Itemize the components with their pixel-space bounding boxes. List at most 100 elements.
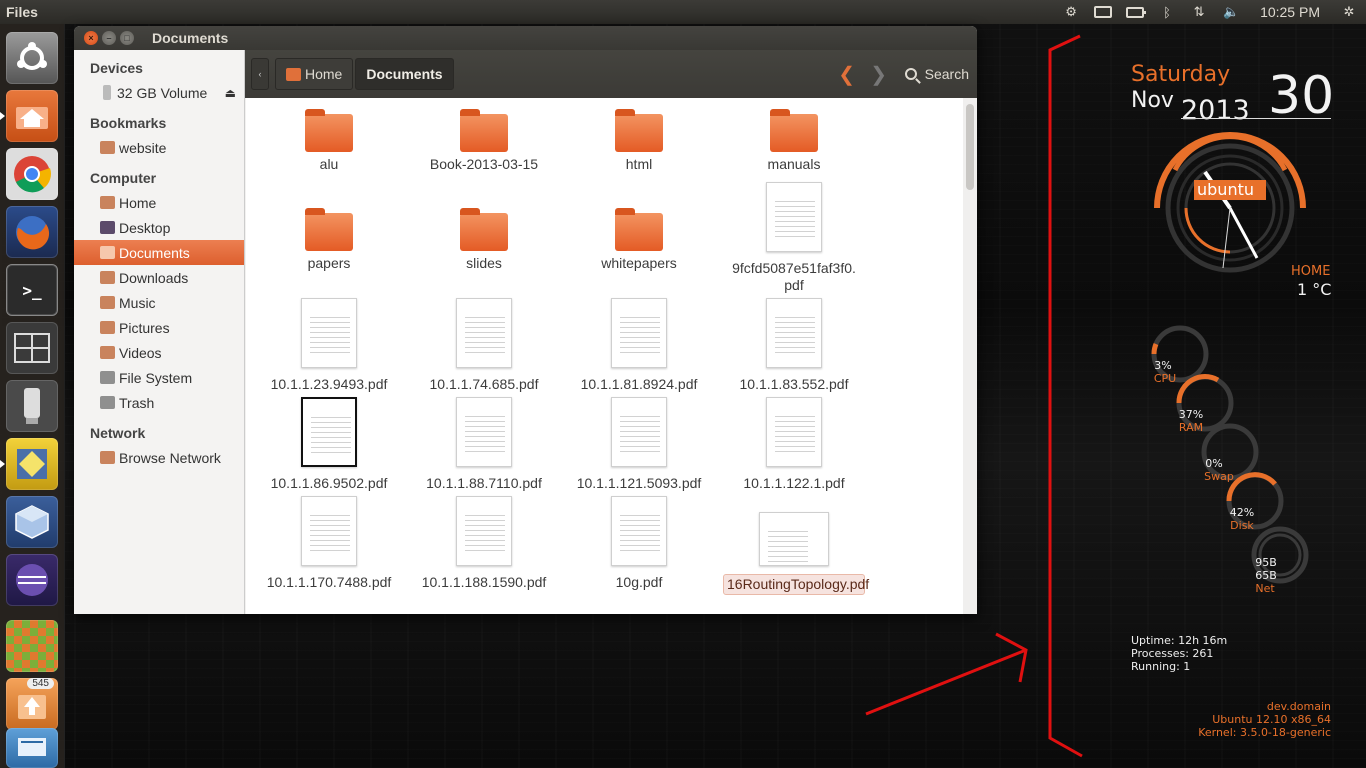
window-title: Documents <box>152 30 229 46</box>
minimize-button[interactable]: – <box>102 31 116 45</box>
running-text: Running: 1 <box>1131 660 1191 673</box>
files-launcher[interactable] <box>0 90 58 142</box>
pdf-item[interactable]: 10g.pdf <box>564 496 714 591</box>
pdf-item[interactable]: 10.1.1.81.8924.pdf <box>564 298 714 393</box>
maximize-button[interactable]: □ <box>120 31 134 45</box>
sidebar-item-label: Browse Network <box>119 449 221 466</box>
file-label: 9fcfd5087e51faf3f0.pdf <box>732 260 856 293</box>
transfer-icon[interactable]: ⇅ <box>1190 4 1208 20</box>
pdf-item[interactable]: 10.1.1.74.685.pdf <box>409 298 559 393</box>
sidebar-item-documents[interactable]: Documents <box>74 240 244 265</box>
pdf-item[interactable]: 10.1.1.88.7110.pdf <box>409 397 559 492</box>
folder-item[interactable]: whitepapers <box>564 208 714 272</box>
pdf-thumbnail-icon <box>456 496 512 566</box>
sidebar-item-32gb-volume[interactable]: 32 GB Volume ⏏ <box>74 80 244 105</box>
battery-icon[interactable] <box>1126 4 1147 20</box>
pdf-item[interactable]: 10.1.1.170.7488.pdf <box>254 496 404 591</box>
scanner-icon <box>18 738 46 756</box>
folder-item[interactable]: slides <box>409 208 559 272</box>
terminal-launcher[interactable]: >_ <box>6 264 58 316</box>
folder-item[interactable]: manuals <box>719 109 869 173</box>
sidebar-item-browse-network[interactable]: Browse Network <box>74 445 244 470</box>
pdf-item-selected[interactable]: 16RoutingTopology.pdf <box>719 502 869 595</box>
pdf-thumbnail-icon <box>301 496 357 566</box>
home-folder-icon <box>100 196 115 209</box>
virtualbox-launcher[interactable] <box>6 496 58 548</box>
conky-weather-location: HOME <box>1291 264 1331 279</box>
sidebar-item-label: website <box>119 139 167 156</box>
pdf-item[interactable]: 10.1.1.23.9493.pdf <box>254 298 404 393</box>
conky-month: Nov <box>1131 88 1174 113</box>
file-label: html <box>625 156 653 172</box>
update-count-badge: 545 <box>27 678 54 689</box>
sidebar-item-music[interactable]: Music <box>74 290 244 315</box>
breadcrumb-home[interactable]: Home <box>275 58 354 90</box>
breadcrumb-documents[interactable]: Documents <box>355 58 454 90</box>
folder-item[interactable]: html <box>564 109 714 173</box>
sidebar-item-label: Trash <box>119 394 155 411</box>
gear-icon[interactable]: ✲ <box>1340 4 1358 20</box>
sidebar-item-home[interactable]: Home <box>74 190 244 215</box>
folder-icon <box>100 141 115 154</box>
folder-item[interactable]: alu <box>254 109 404 173</box>
firefox-launcher[interactable] <box>6 206 58 258</box>
sidebar-item-videos[interactable]: Videos <box>74 340 244 365</box>
eject-icon[interactable]: ⏏ <box>225 86 236 100</box>
app-launcher-yellow[interactable] <box>0 438 58 490</box>
pdf-thumbnail-icon <box>301 298 357 368</box>
pdf-thumbnail-icon <box>611 397 667 467</box>
pdf-item[interactable]: 10.1.1.86.9502.pdf <box>254 397 404 492</box>
file-manager-window: × – □ Documents Devices 32 GB Volume ⏏ B… <box>74 26 977 614</box>
bluetooth-icon[interactable]: ᛒ <box>1158 4 1176 20</box>
sidebar-item-website[interactable]: website <box>74 135 244 160</box>
home-folder-icon <box>286 67 301 81</box>
usb-icon <box>24 388 40 424</box>
conky-temperature: 1 °C <box>1297 280 1332 299</box>
scanner-launcher[interactable] <box>6 728 58 768</box>
pdf-item[interactable]: 10.1.1.122.1.pdf <box>719 397 869 492</box>
sidebar-item-trash[interactable]: Trash <box>74 390 244 415</box>
volume-icon[interactable]: 🔈 <box>1222 4 1240 20</box>
network-icon <box>100 451 115 464</box>
workspaces-launcher[interactable] <box>6 322 58 374</box>
ubuntu-logo-icon <box>17 42 47 70</box>
file-label: 10.1.1.83.552.pdf <box>739 376 849 392</box>
indicator-area: ⚙ ᛒ ⇅ 🔈 10:25 PM ✲ <box>1062 4 1366 20</box>
close-button[interactable]: × <box>84 31 98 45</box>
sidebar-item-desktop[interactable]: Desktop <box>74 215 244 240</box>
file-label: 16RoutingTopology.pdf <box>723 574 869 595</box>
usb-launcher[interactable] <box>6 380 58 432</box>
pdf-item[interactable]: 10.1.1.188.1590.pdf <box>409 496 559 591</box>
clock[interactable]: 10:25 PM <box>1260 4 1320 20</box>
update-manager-launcher[interactable]: 545 <box>6 678 58 730</box>
back-button[interactable]: ❮ <box>833 62 861 87</box>
conky-clock <box>1154 132 1306 273</box>
dash-button[interactable] <box>6 32 58 84</box>
sidebar-item-pictures[interactable]: Pictures <box>74 315 244 340</box>
folder-item[interactable]: Book-2013-03-15 <box>409 109 559 173</box>
keyboard-icon[interactable] <box>1094 4 1113 20</box>
pdf-thumbnail-icon <box>766 298 822 368</box>
file-label: 10.1.1.74.685.pdf <box>429 376 539 392</box>
gauge-cpu-value: 3% <box>1154 359 1172 372</box>
pdf-item[interactable]: 10.1.1.121.5093.pdf <box>564 397 714 492</box>
chrome-launcher[interactable] <box>6 148 58 200</box>
sidebar-item-file-system[interactable]: File System <box>74 365 244 390</box>
file-label: manuals <box>767 156 821 172</box>
pdf-thumbnail-icon <box>766 182 822 252</box>
path-scroll-left-button[interactable]: ‹ <box>251 58 269 90</box>
checker-app-launcher[interactable] <box>6 620 58 672</box>
places-sidebar: Devices 32 GB Volume ⏏ Bookmarks website… <box>74 50 245 614</box>
network-icon[interactable]: ⚙ <box>1062 4 1080 20</box>
file-label: 10.1.1.88.7110.pdf <box>426 475 542 491</box>
folder-item[interactable]: papers <box>254 208 404 272</box>
eclipse-launcher[interactable] <box>6 554 58 606</box>
pdf-item[interactable]: 9fcfd5087e51faf3f0.pdf <box>719 182 869 294</box>
gauge-disk-label: Disk <box>1230 519 1254 532</box>
window-titlebar[interactable]: × – □ Documents <box>74 26 977 50</box>
pdf-item[interactable]: 10.1.1.83.552.pdf <box>719 298 869 393</box>
os-text: Ubuntu 12.10 x86_64 <box>1212 713 1331 726</box>
sidebar-item-downloads[interactable]: Downloads <box>74 265 244 290</box>
pdf-thumbnail-icon <box>456 298 512 368</box>
app-menu-title[interactable]: Files <box>0 4 38 20</box>
